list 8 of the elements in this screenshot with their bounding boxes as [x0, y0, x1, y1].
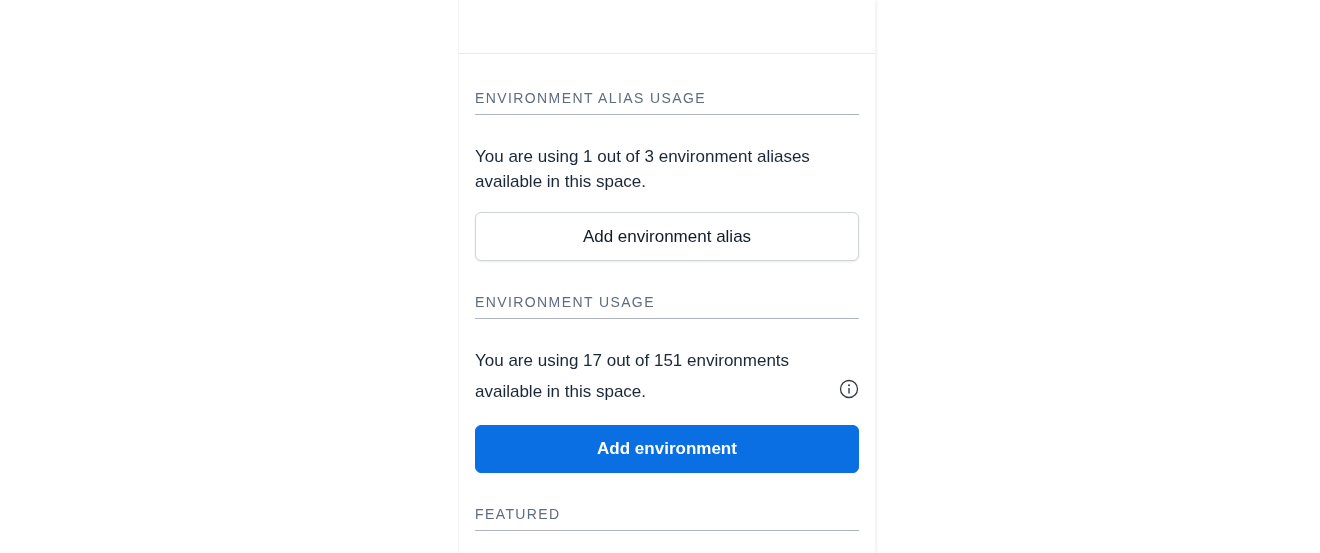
info-icon[interactable] [839, 379, 859, 399]
usage-text: You are using 17 out of 151 environments available in this space. [475, 350, 791, 403]
usage-text: You are using 1 out of 3 environment aliases available in this space. [475, 147, 810, 191]
section-heading: ENVIRONMENT USAGE [475, 293, 859, 319]
section-heading: ENVIRONMENT ALIAS USAGE [475, 89, 859, 115]
add-alias-button[interactable]: Add environment alias [475, 212, 859, 261]
add-environment-button[interactable]: Add environment [475, 425, 859, 473]
section-heading: FEATURED [475, 505, 859, 531]
